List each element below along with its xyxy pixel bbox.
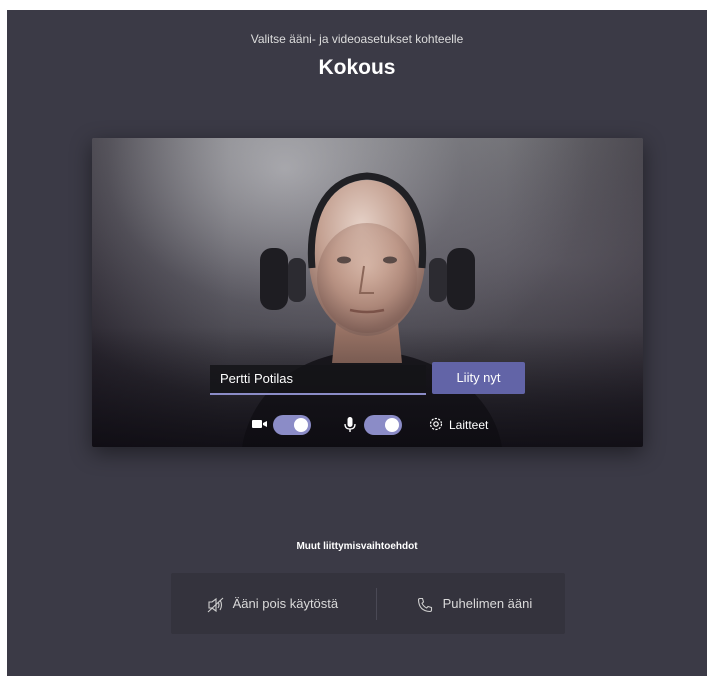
top-cropped-strip [0,0,713,10]
other-join-options-panel: Ääni pois käytöstä Puhelimen ääni [171,573,565,634]
display-name-input[interactable]: Pertti Potilas [210,365,426,395]
devices-button-label[interactable]: Laitteet [449,418,488,432]
audio-off-option[interactable]: Ääni pois käytöstä [207,573,338,634]
phone-icon [417,596,437,612]
camera-icon [252,417,268,436]
audio-off-label: Ääni pois käytöstä [232,596,339,611]
other-join-options-heading: Muut liittymisvaihtoehdot [296,541,418,552]
microphone-icon [344,417,356,438]
video-preview: Pertti Potilas Liity nyt Laitteet [92,138,643,447]
gear-icon[interactable] [428,416,444,437]
phone-audio-option[interactable]: Puhelimen ääni [417,573,532,634]
camera-toggle[interactable] [273,415,311,435]
phone-audio-label: Puhelimen ääni [442,596,533,611]
meeting-title: Kokous [318,56,396,79]
prejoin-subtitle: Valitse ääni- ja videoasetukset kohteell… [250,32,464,46]
speaker-off-icon [207,596,229,612]
options-divider [376,588,377,620]
camera-toggle-knob [294,418,308,432]
meeting-prejoin-screen: Valitse ääni- ja videoasetukset kohteell… [7,10,707,676]
microphone-toggle[interactable] [364,415,402,435]
device-controls-bar: Laitteet [92,413,643,439]
microphone-toggle-knob [385,418,399,432]
join-now-button[interactable]: Liity nyt [432,362,525,394]
